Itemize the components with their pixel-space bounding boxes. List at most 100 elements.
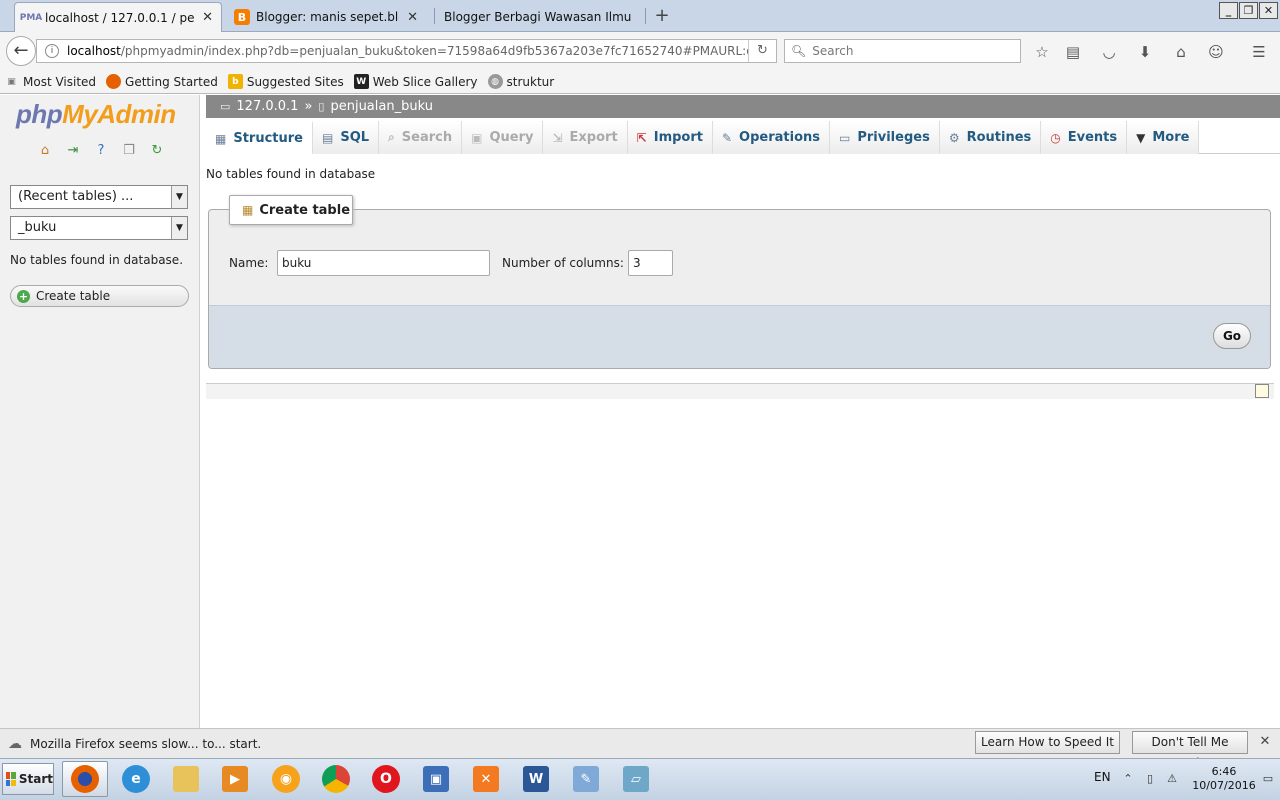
web-slice-icon: W <box>353 74 369 89</box>
tab-sql[interactable]: ▤ SQL <box>313 121 380 154</box>
tab-privileges[interactable]: ▭ Privileges <box>830 121 940 154</box>
browser-tab-blogger[interactable]: B Blogger: manis sepet.blog ... ✕ <box>226 2 426 32</box>
reload-icon[interactable]: ↻ <box>748 40 776 62</box>
home-icon[interactable]: ⌂ <box>1171 42 1191 62</box>
taskbar-media-player[interactable]: ▶ <box>212 761 258 797</box>
refresh-icon[interactable]: ↻ <box>148 142 166 160</box>
logo-myadmin: MyAdmin <box>62 99 176 129</box>
recent-tables-select[interactable]: (Recent tables) ... ▼ <box>10 185 188 209</box>
taskbar-paint[interactable]: ✎ <box>563 761 609 797</box>
clock-date: 10/07/2016 <box>1192 779 1256 792</box>
tab-import[interactable]: ⇱ Import <box>627 121 713 154</box>
add-icon: + <box>17 289 30 303</box>
table-name-input[interactable]: buku <box>277 250 490 276</box>
bookmark-suggested-sites[interactable]: b Suggested Sites <box>227 74 344 89</box>
browser-tab-blogger-berbagi[interactable]: Blogger Berbagi Wawasan Ilmu <box>436 2 644 32</box>
system-clock[interactable]: 6:46 10/07/2016 <box>1192 765 1256 793</box>
dont-tell-again-button[interactable]: Don't Tell Me Again <box>1132 731 1248 770</box>
tab-label: Operations <box>739 130 820 145</box>
taskbar-app-orange[interactable]: ◉ <box>263 761 309 797</box>
pocket-icon[interactable]: ◡ <box>1099 42 1119 62</box>
url-bar[interactable]: i localhost/phpmyadmin/index.php?db=penj… <box>36 39 777 63</box>
tab-structure[interactable]: ▦ Structure <box>206 121 313 154</box>
tab-export[interactable]: ⇲ Export <box>543 121 628 154</box>
taskbar-chrome[interactable] <box>313 761 359 797</box>
search-icon: 🔍︎ <box>791 44 807 58</box>
bookmark-web-slice-gallery[interactable]: W Web Slice Gallery <box>353 74 478 89</box>
battery-icon[interactable]: ▯ <box>1143 772 1157 786</box>
chevron-down-icon: ▼ <box>171 217 187 239</box>
taskbar-file-explorer[interactable] <box>163 761 209 797</box>
number-of-columns-input[interactable]: 3 <box>628 250 673 276</box>
taskbar-firefox[interactable] <box>62 761 108 797</box>
back-button[interactable]: ← <box>6 36 36 66</box>
close-notification-icon[interactable]: ✕ <box>1257 734 1273 750</box>
url-text: localhost/phpmyadmin/index.php?db=penjua… <box>67 44 748 58</box>
start-button[interactable]: Start <box>2 763 54 795</box>
reading-list-icon[interactable]: ▤ <box>1063 42 1083 62</box>
tab-label: More <box>1152 130 1190 145</box>
recent-tables-value: (Recent tables) ... <box>18 189 134 204</box>
tray-expand-icon[interactable]: ⌃ <box>1121 772 1135 786</box>
tab-routines[interactable]: ⚙ Routines <box>939 121 1042 154</box>
help-icon[interactable]: ? <box>92 142 110 160</box>
network-warning-icon[interactable]: ⚠ <box>1165 772 1179 786</box>
bookmark-star-icon[interactable]: ☆ <box>1032 42 1052 62</box>
tab-separator <box>434 8 435 24</box>
tab-query[interactable]: ▣ Query <box>462 121 544 154</box>
blogger-favicon-icon: B <box>234 9 250 25</box>
start-label: Start <box>18 772 53 786</box>
console-bar[interactable] <box>206 383 1274 399</box>
breadcrumb-separator: » <box>304 99 313 114</box>
taskbar-xampp[interactable]: ✕ <box>463 761 509 797</box>
taskbar-opera[interactable]: O <box>363 761 409 797</box>
hello-chat-icon[interactable]: ☺ <box>1206 42 1226 62</box>
word-icon: W <box>523 766 549 792</box>
restore-icon[interactable]: ❐ <box>1239 2 1258 19</box>
breadcrumb-server[interactable]: 127.0.0.1 <box>236 99 298 114</box>
search-bar[interactable]: 🔍︎ Search <box>784 39 1021 63</box>
documentation-icon[interactable]: ❐ <box>120 142 138 160</box>
tab-search[interactable]: ⌕ Search <box>379 121 463 154</box>
download-icon[interactable]: ⬇ <box>1135 42 1155 62</box>
browser-tab-phpmyadmin[interactable]: PMA localhost / 127.0.0.1 / penj... ✕ <box>14 2 222 32</box>
logout-icon[interactable]: ⇥ <box>64 142 82 160</box>
console-toggle-icon[interactable] <box>1255 384 1269 398</box>
globe-icon: ◍ <box>487 74 503 89</box>
learn-speed-up-button[interactable]: Learn How to Speed It Up <box>975 731 1120 770</box>
tab-close-icon[interactable]: ✕ <box>202 10 213 25</box>
taskbar-word[interactable]: W <box>513 761 559 797</box>
language-indicator[interactable]: EN <box>1094 770 1111 784</box>
new-tab-button[interactable]: + <box>652 4 672 28</box>
create-table-link[interactable]: + Create table <box>10 285 189 307</box>
breadcrumb-database[interactable]: penjualan_buku <box>330 99 432 114</box>
taskbar-internet-explorer[interactable]: e <box>113 761 159 797</box>
navigation-bar: ← i localhost/phpmyadmin/index.php?db=pe… <box>0 32 1280 70</box>
site-info-icon[interactable]: i <box>45 44 59 58</box>
phpmyadmin-logo[interactable]: phpMyAdmin <box>16 99 176 130</box>
logo-php: php <box>16 99 63 129</box>
bookmark-struktur[interactable]: ◍ struktur <box>487 74 554 89</box>
bookmark-getting-started[interactable]: Getting Started <box>106 74 218 89</box>
notification-message: Mozilla Firefox seems slow... to... star… <box>30 736 262 751</box>
show-desktop-icon[interactable]: ▭ <box>1261 772 1275 786</box>
bookmark-most-visited[interactable]: ▣ Most Visited <box>4 74 96 89</box>
minimize-icon[interactable]: _ <box>1219 2 1238 19</box>
hamburger-menu-icon[interactable]: ☰ <box>1249 42 1269 62</box>
close-window-icon[interactable]: ✕ <box>1259 2 1278 19</box>
create-table-legend: ▦ Create table <box>229 195 353 225</box>
home-icon[interactable]: ⌂ <box>36 142 54 160</box>
taskbar-notepad[interactable]: ▱ <box>613 761 659 797</box>
tab-events[interactable]: ◷ Events <box>1041 121 1128 154</box>
go-button[interactable]: Go <box>1213 323 1251 349</box>
tab-operations[interactable]: ✎ Operations <box>712 121 830 154</box>
tab-title: Blogger Berbagi Wawasan Ilmu <box>444 10 632 24</box>
tab-more[interactable]: ▼ More <box>1127 121 1200 154</box>
folder-icon <box>173 766 199 792</box>
arrow-left-icon: ← <box>13 40 29 61</box>
database-select[interactable]: _buku ▼ <box>10 216 188 240</box>
search-placeholder: Search <box>812 44 854 58</box>
taskbar-remote-app[interactable]: ▣ <box>413 761 459 797</box>
wrench-icon: ✎ <box>721 130 733 145</box>
tab-close-icon[interactable]: ✕ <box>407 10 418 25</box>
